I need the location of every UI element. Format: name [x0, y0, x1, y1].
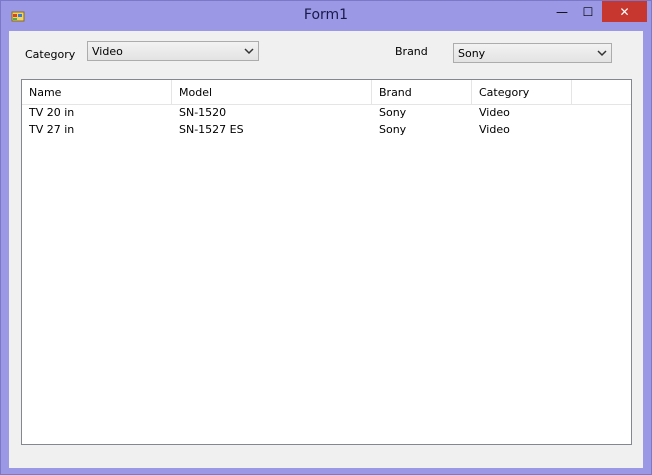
- cell-brand: Sony: [379, 123, 407, 136]
- category-selected-value: Video: [92, 45, 123, 58]
- brand-selected-value: Sony: [458, 47, 486, 60]
- column-header-category[interactable]: Category: [472, 80, 572, 104]
- maximize-button[interactable]: ☐: [575, 1, 601, 22]
- close-icon: ✕: [619, 4, 630, 19]
- category-combobox[interactable]: Video: [87, 41, 259, 61]
- brand-combobox[interactable]: Sony: [453, 43, 612, 63]
- chevron-down-icon: [597, 50, 607, 57]
- minimize-button[interactable]: —: [549, 1, 575, 22]
- table-row[interactable]: TV 20 in SN-1520 Sony Video: [22, 105, 631, 122]
- close-button[interactable]: ✕: [602, 1, 647, 22]
- column-header-model[interactable]: Model: [172, 80, 372, 104]
- cell-model: SN-1520: [179, 106, 227, 119]
- form-client-area: Category Video Brand Sony Name Model Bra…: [9, 31, 643, 468]
- app-window: Form1 — ☐ ✕ Category Video Brand Sony Na…: [0, 0, 652, 475]
- maximize-icon: ☐: [582, 4, 594, 19]
- cell-name: TV 20 in: [29, 106, 75, 119]
- cell-category: Video: [479, 106, 510, 119]
- cell-name: TV 27 in: [29, 123, 75, 136]
- minimize-icon: —: [556, 4, 568, 19]
- table-row[interactable]: TV 27 in SN-1527 ES Sony Video: [22, 122, 631, 139]
- cell-category: Video: [479, 123, 510, 136]
- chevron-down-icon: [244, 48, 254, 55]
- column-header-brand[interactable]: Brand: [372, 80, 472, 104]
- title-bar[interactable]: Form1 — ☐ ✕: [1, 1, 651, 31]
- products-listview[interactable]: Name Model Brand Category TV 20 in SN-15…: [21, 79, 632, 445]
- cell-brand: Sony: [379, 106, 407, 119]
- category-label: Category: [25, 48, 76, 61]
- brand-label: Brand: [395, 45, 428, 58]
- cell-model: SN-1527 ES: [179, 123, 244, 136]
- column-header-name[interactable]: Name: [22, 80, 172, 104]
- listview-header: Name Model Brand Category: [22, 80, 631, 105]
